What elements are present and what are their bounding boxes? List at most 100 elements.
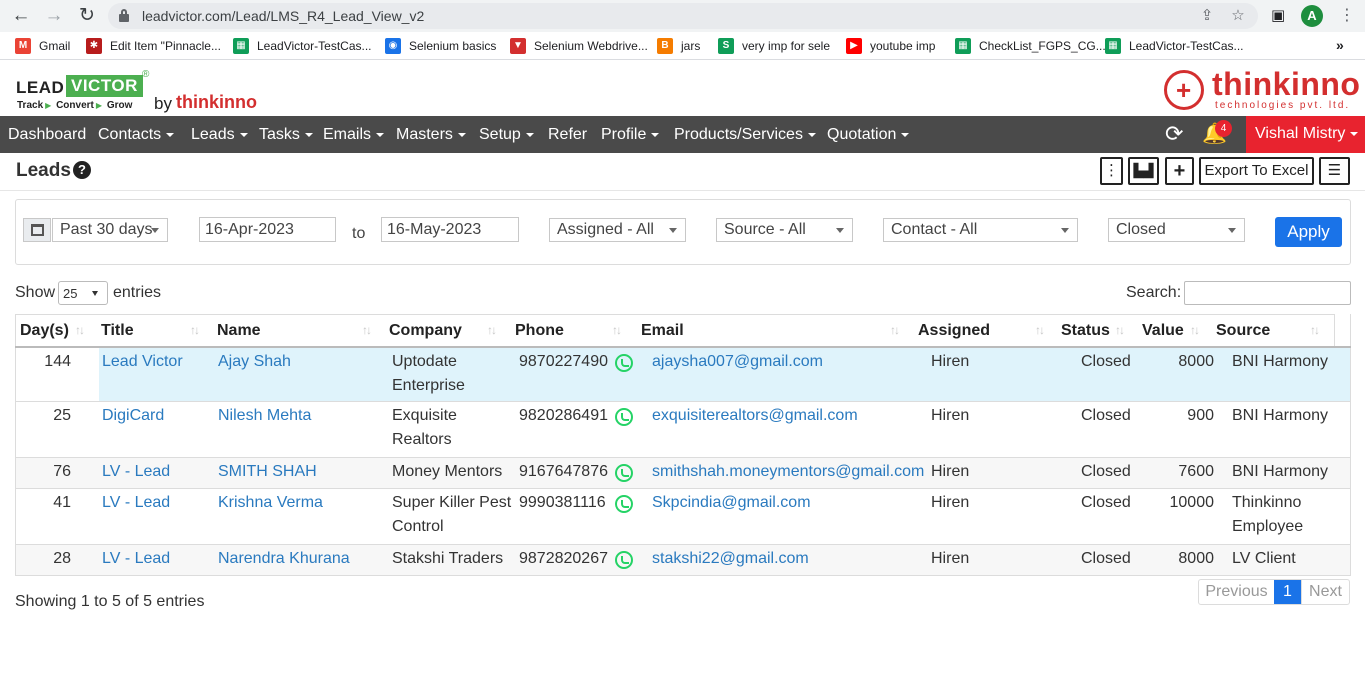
reload-icon[interactable]: ↻	[76, 5, 98, 27]
apply-button[interactable]: Apply	[1275, 217, 1342, 247]
bookmark-item[interactable]: Svery imp for sele	[718, 38, 830, 54]
nav-item-tasks[interactable]: Tasks	[259, 126, 313, 144]
sort-icon[interactable]: ↑↓	[890, 323, 900, 337]
calendar-icon[interactable]	[23, 218, 51, 242]
sort-icon[interactable]: ↑↓	[362, 323, 372, 337]
page-1-button[interactable]: 1	[1274, 580, 1301, 604]
bookmark-star-icon[interactable]: ☆	[1229, 7, 1247, 25]
nav-item-contacts[interactable]: Contacts	[98, 126, 175, 144]
name-link[interactable]: Nilesh Mehta	[218, 404, 311, 428]
nav-item-quotation[interactable]: Quotation	[827, 126, 910, 144]
user-menu[interactable]: Vishal Mistry	[1246, 116, 1365, 153]
share-icon[interactable]: ⇪	[1198, 7, 1216, 25]
forward-icon[interactable]: →	[43, 5, 65, 27]
profile-avatar[interactable]: A	[1301, 5, 1323, 27]
chart-view-button[interactable]: ▙▟	[1128, 157, 1159, 185]
whatsapp-icon[interactable]	[615, 551, 633, 569]
column-header[interactable]: Assigned	[918, 322, 990, 340]
column-settings-button[interactable]: ☰	[1319, 157, 1350, 185]
column-header[interactable]: Email	[641, 322, 684, 340]
name-link[interactable]: Narendra Khurana	[218, 547, 350, 571]
from-date-input[interactable]: 16-Apr-2023	[199, 217, 336, 242]
more-options-button[interactable]: ⋮	[1100, 157, 1123, 185]
bookmark-item[interactable]: ▦ CheckList_FGPS_CG...	[955, 38, 1106, 54]
title-link[interactable]: LV - Lead	[102, 460, 170, 484]
refresh-icon[interactable]: ⟳	[1165, 123, 1183, 145]
export-to-excel-button[interactable]: Export To Excel	[1199, 157, 1314, 185]
bookmark-item[interactable]: ▶ youtube imp	[846, 38, 935, 54]
title-link[interactable]: LV - Lead	[102, 547, 170, 571]
email-link[interactable]: Skpcindia@gmail.com	[652, 491, 811, 515]
nav-item-profile[interactable]: Profile	[601, 126, 660, 144]
nav-item-leads[interactable]: Leads	[191, 126, 248, 144]
page-length-select[interactable]: 25	[58, 281, 108, 305]
nav-item-dashboard[interactable]: Dashboard	[8, 126, 86, 144]
column-header[interactable]: Status	[1061, 322, 1110, 340]
chevron-down-icon	[836, 228, 844, 233]
next-page-button[interactable]: Next	[1301, 580, 1349, 604]
search-input[interactable]	[1184, 281, 1351, 305]
previous-page-button[interactable]: Previous	[1199, 580, 1274, 604]
email-link[interactable]: stakshi22@gmail.com	[652, 547, 809, 571]
column-header[interactable]: Value	[1142, 322, 1184, 340]
sort-icon[interactable]: ↑↓	[612, 323, 622, 337]
bookmark-item[interactable]: M Gmail	[15, 38, 70, 54]
whatsapp-icon[interactable]	[615, 464, 633, 482]
bookmark-item[interactable]: ▦ LeadVictor-TestCas...	[1105, 38, 1244, 54]
back-icon[interactable]: ←	[10, 5, 32, 27]
contact-filter-select[interactable]: Contact - All	[883, 218, 1078, 242]
page-length-value: 25	[63, 286, 78, 301]
email-link[interactable]: smithshah.moneymentors@gmail.com	[652, 460, 924, 484]
period-select[interactable]: Past 30 days	[52, 218, 168, 242]
nav-item-products-services[interactable]: Products/Services	[674, 126, 816, 144]
column-header[interactable]: Phone	[515, 322, 564, 340]
bookmark-item[interactable]: Bjars	[657, 38, 700, 54]
name-link[interactable]: SMITH SHAH	[218, 460, 317, 484]
whatsapp-icon[interactable]	[615, 495, 633, 513]
whatsapp-icon[interactable]	[615, 408, 633, 426]
column-header[interactable]: Title	[101, 322, 134, 340]
sort-icon[interactable]: ↑↓	[1190, 323, 1200, 337]
bookmark-item[interactable]: ▦ LeadVictor-TestCas...	[233, 38, 372, 54]
add-lead-button[interactable]: +	[1165, 157, 1194, 185]
address-bar[interactable]: leadvictor.com/Lead/LMS_R4_Lead_View_v2 …	[108, 3, 1258, 29]
bookmark-item[interactable]: ◉ Selenium basics	[385, 38, 496, 54]
source-filter-value: Source - All	[724, 221, 806, 238]
sort-icon[interactable]: ↑↓	[1035, 323, 1045, 337]
name-link[interactable]: Krishna Verma	[218, 491, 323, 515]
sort-icon[interactable]: ↑↓	[1310, 323, 1320, 337]
bookmarks-overflow-icon[interactable]: »	[1336, 37, 1344, 53]
bookmark-item[interactable]: ▼ Selenium Webdrive...	[510, 38, 648, 54]
email-link[interactable]: ajaysha007@gmail.com	[652, 350, 823, 374]
sort-icon[interactable]: ↑↓	[1115, 323, 1125, 337]
column-header[interactable]: Name	[217, 322, 261, 340]
name-link[interactable]: Ajay Shah	[218, 350, 291, 374]
browser-menu-icon[interactable]: ⋮	[1339, 5, 1355, 25]
source-filter-select[interactable]: Source - All	[716, 218, 853, 242]
row-divider	[16, 488, 1350, 489]
help-icon[interactable]: ?	[73, 161, 91, 179]
column-header[interactable]: Company	[389, 322, 462, 340]
title-link[interactable]: LV - Lead	[102, 491, 170, 515]
nav-item-refer[interactable]: Refer	[548, 126, 587, 144]
logo-lead-text[interactable]: LEAD	[16, 78, 64, 98]
whatsapp-icon[interactable]	[615, 354, 633, 372]
bookmark-item[interactable]: ✱ Edit Item "Pinnacle...	[86, 38, 221, 54]
status-filter-select[interactable]: Closed	[1108, 218, 1245, 242]
assigned-filter-select[interactable]: Assigned - All	[549, 218, 686, 242]
logo-victor-text[interactable]: VICTOR	[66, 75, 143, 97]
title-link[interactable]: Lead Victor	[102, 350, 183, 374]
nav-item-emails[interactable]: Emails	[323, 126, 385, 144]
nav-item-masters[interactable]: Masters	[396, 126, 466, 144]
email-link[interactable]: exquisiterealtors@gmail.com	[652, 404, 858, 428]
sort-icon[interactable]: ↑↓	[190, 323, 200, 337]
to-date-input[interactable]: 16-May-2023	[381, 217, 519, 242]
sort-icon[interactable]: ↑↓	[75, 323, 85, 337]
column-header[interactable]: Day(s)	[20, 322, 69, 340]
column-header[interactable]: Source	[1216, 322, 1270, 340]
title-link[interactable]: DigiCard	[102, 404, 164, 428]
side-panel-icon[interactable]: ▣	[1271, 6, 1285, 24]
contact-filter-value: Contact - All	[891, 221, 978, 238]
sort-icon[interactable]: ↑↓	[487, 323, 497, 337]
nav-item-setup[interactable]: Setup	[479, 126, 534, 144]
